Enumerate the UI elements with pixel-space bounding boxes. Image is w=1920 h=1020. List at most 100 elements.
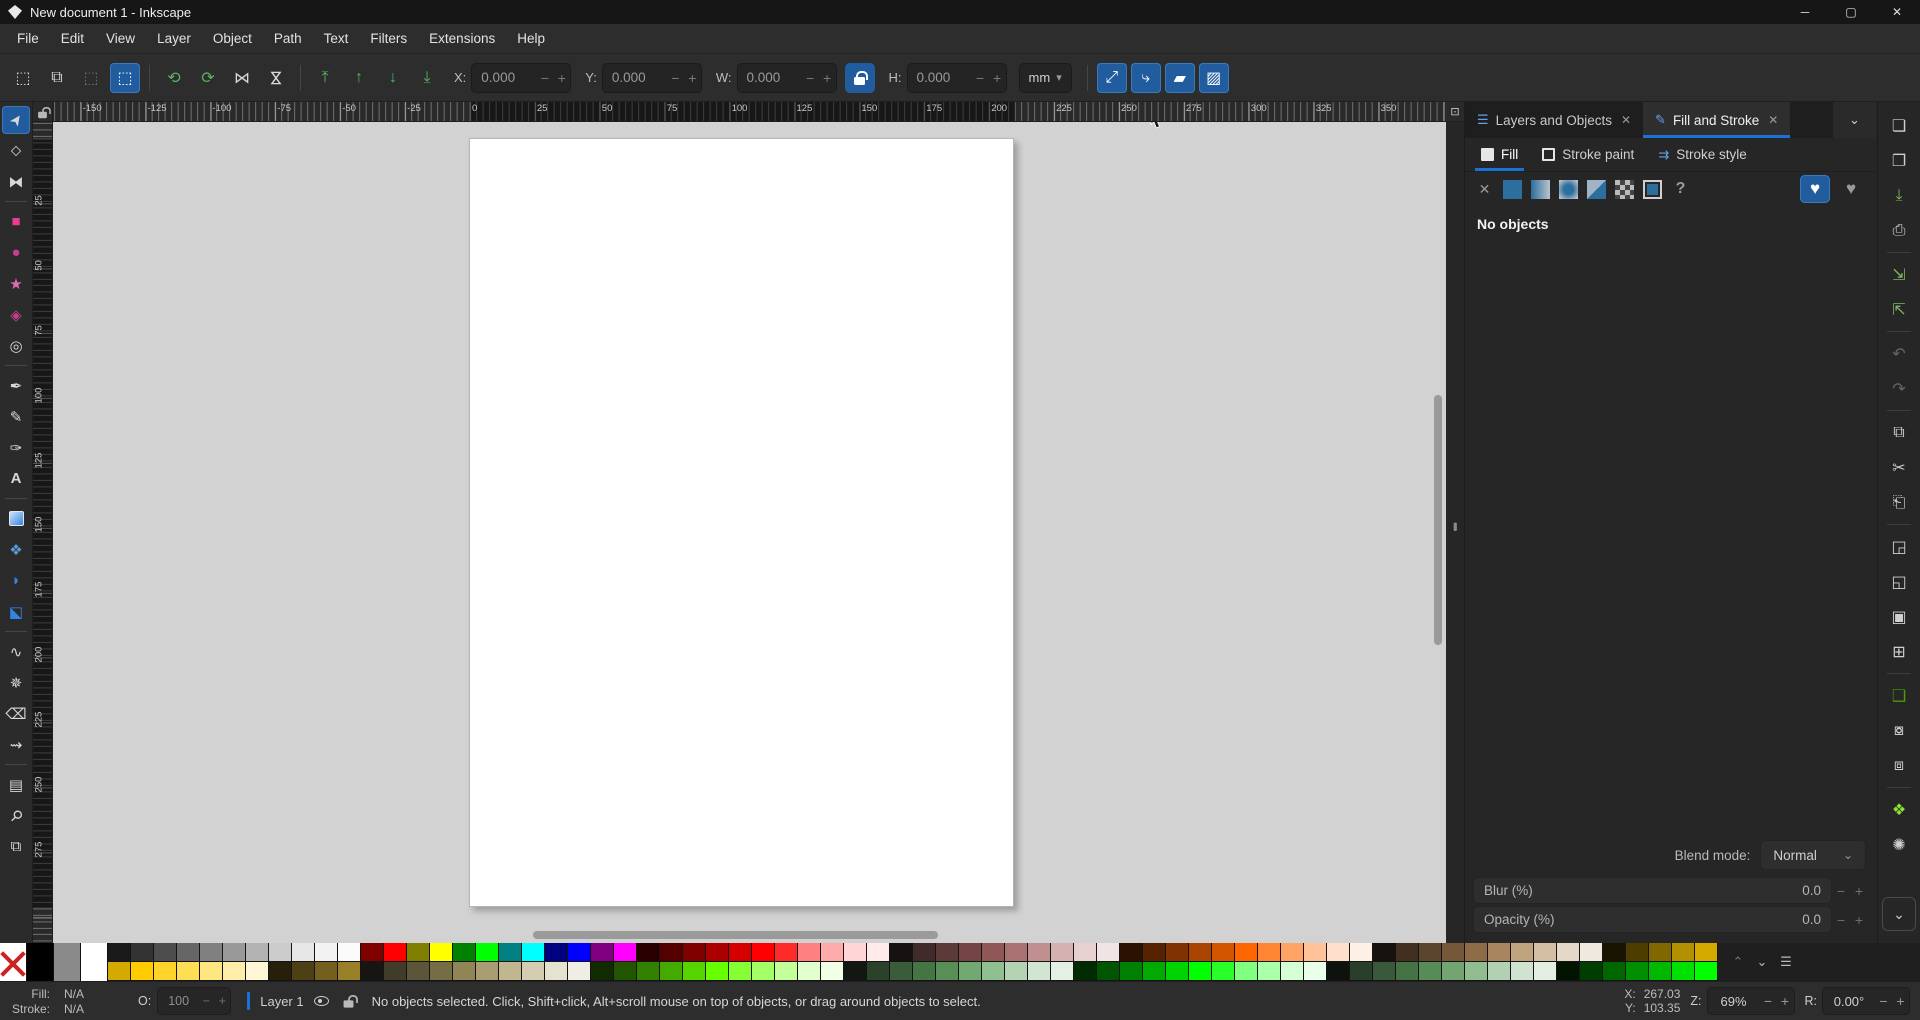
selection-box-toggle[interactable]: ⬚ [110, 62, 140, 93]
fill-rule-nonzero-button[interactable]: ♥ [1836, 175, 1866, 203]
menu-filters[interactable]: Filters [359, 27, 418, 50]
pencil-tool[interactable]: ✎ [2, 403, 30, 431]
unlink-clone-button[interactable]: ⧈ [1884, 751, 1914, 781]
selector-tool[interactable]: ➤ [2, 105, 30, 134]
color-swatch[interactable] [1028, 943, 1051, 962]
opacity-plus-button[interactable]: + [1850, 912, 1868, 928]
subtab-stroke-paint[interactable]: Stroke paint [1532, 138, 1644, 171]
color-swatch[interactable] [890, 943, 913, 962]
layer-name[interactable]: Layer 1 [260, 994, 303, 1009]
color-swatch[interactable] [338, 962, 361, 981]
object-opacity-input[interactable]: 100 [158, 994, 198, 1008]
color-swatch[interactable] [430, 943, 453, 962]
paint-radial-gradient-button[interactable] [1559, 179, 1578, 199]
h-plus-button[interactable]: + [989, 70, 1006, 86]
mesh-gradient-tool[interactable]: ❖ [2, 536, 30, 564]
zoom-plus-button[interactable]: + [1777, 993, 1794, 1009]
color-swatch[interactable] [384, 943, 407, 962]
subtab-stroke-style[interactable]: ⇉ Stroke style [1648, 138, 1756, 171]
shape-builder-tool[interactable]: ⧓ [2, 168, 30, 196]
h-input[interactable]: 0.000 [908, 70, 972, 85]
color-swatch[interactable] [591, 943, 614, 962]
color-swatch[interactable] [361, 943, 384, 962]
color-swatch[interactable] [775, 962, 798, 981]
color-swatch[interactable] [821, 962, 844, 981]
color-swatch[interactable] [1166, 962, 1189, 981]
blur-plus-button[interactable]: + [1850, 883, 1868, 899]
ruler-lock-corner[interactable] [33, 102, 53, 122]
color-swatch[interactable] [269, 943, 292, 962]
color-swatch[interactable] [315, 962, 338, 981]
opacity-slider[interactable]: Opacity (%) 0.0 [1473, 906, 1832, 933]
select-all-layers-button[interactable]: ⧉ [42, 63, 72, 93]
color-swatch[interactable] [1396, 943, 1419, 962]
color-swatch[interactable] [637, 962, 660, 981]
color-swatch[interactable] [476, 943, 499, 962]
swatch-black[interactable] [27, 943, 54, 981]
color-swatch[interactable] [1304, 943, 1327, 962]
rotate-cw-button[interactable]: ⟳ [193, 63, 223, 93]
color-swatch[interactable] [1120, 962, 1143, 981]
lower-button[interactable]: ↓ [378, 63, 408, 93]
flip-vertical-button[interactable]: ⋈ [261, 63, 291, 93]
color-swatch[interactable] [1465, 962, 1488, 981]
color-swatch[interactable] [1603, 962, 1626, 981]
tab-layers-and-objects[interactable]: ☰ Layers and Objects ✕ [1465, 102, 1643, 138]
color-swatch[interactable] [1672, 943, 1695, 962]
color-swatch[interactable] [683, 943, 706, 962]
dropper-tool[interactable]: ◗ [2, 567, 30, 595]
color-swatch[interactable] [223, 962, 246, 981]
deselect-button[interactable]: ⬚ [76, 63, 106, 93]
horizontal-ruler[interactable]: -150 -125 -100 -75 -50 -25 0 25 50 75 100 125 150 175… [53, 102, 1446, 122]
color-swatch[interactable] [1557, 943, 1580, 962]
color-swatch[interactable] [499, 943, 522, 962]
palette-scroll-up-button[interactable]: ⌃ [1728, 952, 1748, 972]
color-swatch[interactable] [476, 962, 499, 981]
lower-to-bottom-button[interactable]: ⤓ [412, 63, 442, 93]
color-swatch[interactable] [1350, 943, 1373, 962]
color-swatch[interactable] [246, 962, 269, 981]
blur-slider[interactable]: Blur (%) 0.0 [1473, 877, 1832, 904]
color-swatch[interactable] [1557, 962, 1580, 981]
color-swatch[interactable] [1419, 943, 1442, 962]
color-swatch[interactable] [867, 962, 890, 981]
color-swatch[interactable] [982, 943, 1005, 962]
close-button[interactable]: ✕ [1874, 0, 1920, 24]
duplicate-button[interactable]: ❑ [1884, 681, 1914, 711]
color-swatch[interactable] [338, 943, 361, 962]
vertical-scrollbar-thumb[interactable] [1434, 395, 1442, 645]
color-swatch[interactable] [1626, 943, 1649, 962]
color-swatch[interactable] [1281, 962, 1304, 981]
color-swatch[interactable] [660, 962, 683, 981]
color-swatch[interactable] [936, 962, 959, 981]
zoom-tool[interactable]: ⚲ [2, 802, 30, 830]
color-swatch[interactable] [1626, 962, 1649, 981]
color-swatch[interactable] [1373, 943, 1396, 962]
eraser-tool[interactable]: ⌫ [2, 700, 30, 728]
color-swatch[interactable] [1511, 962, 1534, 981]
color-swatch[interactable] [1189, 943, 1212, 962]
color-swatch[interactable] [1465, 943, 1488, 962]
paint-none-button[interactable]: ✕ [1475, 180, 1494, 199]
rotation-input[interactable]: 0.00° [1823, 994, 1875, 1009]
color-swatch[interactable] [1074, 962, 1097, 981]
color-swatch[interactable] [1327, 943, 1350, 962]
w-plus-button[interactable]: + [819, 70, 836, 86]
color-swatch[interactable] [246, 943, 269, 962]
zoom-input[interactable]: 69% [1708, 994, 1760, 1009]
blur-minus-button[interactable]: − [1832, 883, 1850, 899]
color-swatch[interactable] [1442, 943, 1465, 962]
color-swatch[interactable] [292, 943, 315, 962]
rectangle-tool[interactable]: ■ [2, 208, 30, 236]
save-document-button[interactable]: ⤓ [1884, 181, 1914, 211]
color-swatch[interactable] [591, 962, 614, 981]
color-swatch[interactable] [706, 943, 729, 962]
paint-mesh-button[interactable] [1643, 179, 1662, 199]
raise-to-top-button[interactable]: ⤒ [310, 63, 340, 93]
color-swatch[interactable] [1212, 943, 1235, 962]
subtab-fill[interactable]: Fill [1471, 138, 1528, 171]
y-minus-button[interactable]: − [667, 70, 684, 86]
color-swatch[interactable] [1396, 962, 1419, 981]
color-swatch[interactable] [223, 943, 246, 962]
rotate-ccw-button[interactable]: ⟲ [159, 63, 189, 93]
